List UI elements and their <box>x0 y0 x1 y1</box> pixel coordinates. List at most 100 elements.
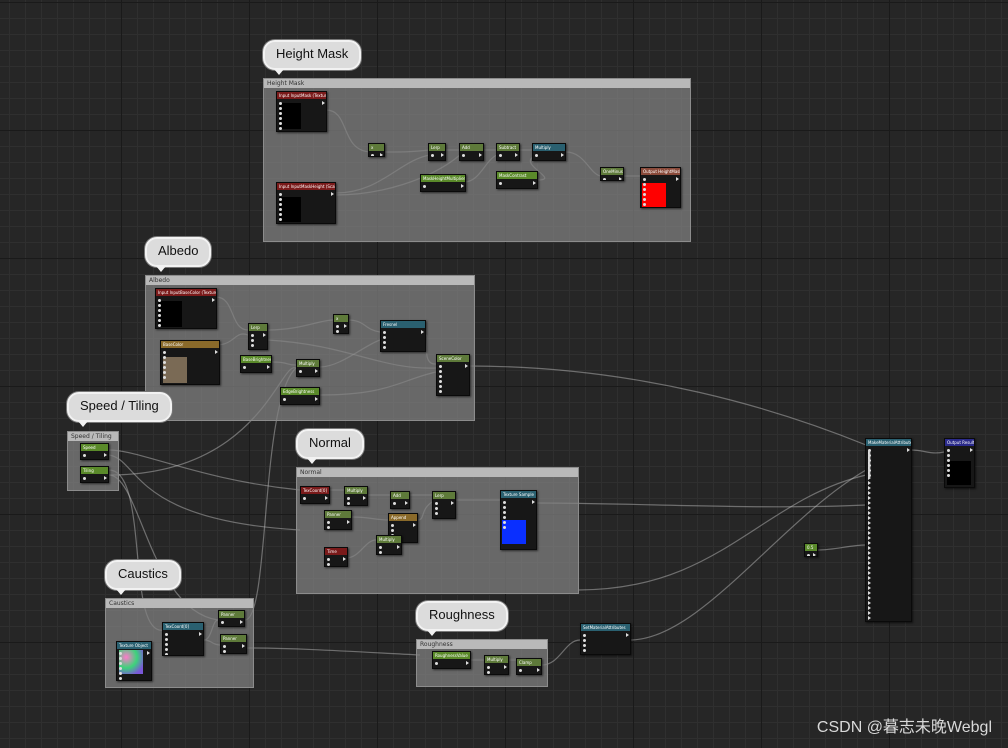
node-normal-multiply[interactable]: Multiply <box>344 486 368 506</box>
input-pin[interactable] <box>868 521 871 525</box>
input-pin[interactable] <box>251 344 254 347</box>
output-pin[interactable] <box>466 661 469 665</box>
input-pin[interactable] <box>868 496 871 500</box>
input-pin[interactable] <box>279 198 282 201</box>
node-caustics-sample-a[interactable]: Panner <box>218 610 245 627</box>
input-pin[interactable] <box>499 182 502 185</box>
node-mask-height-scalar[interactable]: MaskHeightMultiplier <box>420 174 466 192</box>
input-pin[interactable] <box>163 376 166 379</box>
node-roughness-param[interactable]: RoughnessValue <box>432 651 471 669</box>
input-pin[interactable] <box>487 666 490 669</box>
input-pin[interactable] <box>391 529 394 532</box>
input-pin[interactable] <box>327 521 330 524</box>
output-pin[interactable] <box>461 184 464 188</box>
node-roughness-out[interactable]: SetMaterialAttributes <box>580 623 631 655</box>
input-pin[interactable] <box>868 571 871 575</box>
input-pin[interactable] <box>163 361 166 364</box>
output-pin[interactable] <box>363 496 366 500</box>
node-albedo-fresnel[interactable]: Fresnel <box>380 320 426 352</box>
node-albedo-basecolor-param[interactable]: BaseColor <box>160 340 220 385</box>
input-pin[interactable] <box>279 193 282 196</box>
node-albedo-input-color[interactable]: Input InputBaseColor (Texture) <box>155 288 217 329</box>
input-pin[interactable] <box>868 506 871 510</box>
input-pin[interactable] <box>947 474 950 477</box>
output-pin[interactable] <box>504 665 507 669</box>
input-pin[interactable] <box>519 669 522 672</box>
node-normal-tex-coord[interactable]: TexCoord[0] <box>300 486 330 504</box>
output-pin[interactable] <box>331 192 334 196</box>
input-pin[interactable] <box>379 546 382 549</box>
input-pin[interactable] <box>947 454 950 457</box>
input-pin[interactable] <box>807 554 810 556</box>
input-pin[interactable] <box>868 476 871 480</box>
input-pin[interactable] <box>119 667 122 670</box>
input-pin[interactable] <box>371 154 374 156</box>
input-pin[interactable] <box>279 127 282 130</box>
input-pin[interactable] <box>868 461 871 465</box>
input-pin[interactable] <box>868 516 871 520</box>
input-pin[interactable] <box>503 516 506 519</box>
output-pin[interactable] <box>147 651 150 655</box>
input-pin[interactable] <box>868 561 871 565</box>
input-pin[interactable] <box>868 481 871 485</box>
input-pin[interactable] <box>165 648 168 651</box>
node-output-height-mask[interactable]: Output HeightMask <box>640 167 681 208</box>
output-pin[interactable] <box>104 453 107 457</box>
node-input-mask-texture[interactable]: Input InputMask (Texture) <box>276 91 327 132</box>
input-pin[interactable] <box>383 336 386 339</box>
input-pin[interactable] <box>603 178 606 180</box>
input-pin[interactable] <box>499 154 502 157</box>
input-pin[interactable] <box>868 551 871 555</box>
node-normal-add[interactable]: Add <box>390 491 410 509</box>
output-pin[interactable] <box>104 476 107 480</box>
input-pin[interactable] <box>868 611 871 615</box>
input-pin[interactable] <box>868 601 871 605</box>
input-pin[interactable] <box>383 341 386 344</box>
input-pin[interactable] <box>503 506 506 509</box>
input-pin[interactable] <box>299 370 302 373</box>
input-pin[interactable] <box>336 330 339 333</box>
input-pin[interactable] <box>279 208 282 211</box>
input-pin[interactable] <box>383 346 386 349</box>
output-pin[interactable] <box>397 545 400 549</box>
input-pin[interactable] <box>251 339 254 342</box>
node-tiling-param[interactable]: Tiling <box>80 466 109 483</box>
node-albedo-scene-depth[interactable]: SceneColor <box>436 354 470 396</box>
input-pin[interactable] <box>391 524 394 527</box>
input-pin[interactable] <box>158 324 161 327</box>
input-pin[interactable] <box>868 451 871 455</box>
input-pin[interactable] <box>165 633 168 636</box>
output-pin[interactable] <box>263 333 266 337</box>
input-pin[interactable] <box>868 501 871 505</box>
input-pin[interactable] <box>119 657 122 660</box>
output-pin[interactable] <box>315 397 318 401</box>
input-pin[interactable] <box>583 649 586 652</box>
node-normal-panner[interactable]: Panner <box>324 510 352 530</box>
input-pin[interactable] <box>383 331 386 334</box>
input-pin[interactable] <box>503 501 506 504</box>
input-pin[interactable] <box>583 644 586 647</box>
output-pin[interactable] <box>325 496 328 500</box>
output-pin[interactable] <box>907 448 910 452</box>
input-pin[interactable] <box>243 366 246 369</box>
output-pin[interactable] <box>215 350 218 354</box>
input-pin[interactable] <box>439 375 442 378</box>
input-pin[interactable] <box>327 563 330 566</box>
node-result-main[interactable]: MakeMaterialAttributes <box>865 438 912 622</box>
input-pin[interactable] <box>336 325 339 328</box>
output-pin[interactable] <box>451 501 454 505</box>
input-pin[interactable] <box>868 576 871 580</box>
node-caustics-texture[interactable]: Texture Object <box>116 641 152 681</box>
input-pin[interactable] <box>868 541 871 545</box>
output-pin[interactable] <box>242 644 245 648</box>
input-pin[interactable] <box>868 566 871 570</box>
input-pin[interactable] <box>163 356 166 359</box>
node-albedo-scalar-a[interactable]: BaseBrightness <box>240 355 272 373</box>
comment-bubble-height-mask[interactable]: Height Mask <box>263 40 362 75</box>
input-pin[interactable] <box>347 502 350 505</box>
input-pin[interactable] <box>868 511 871 515</box>
node-roughness-clamp[interactable]: Clamp <box>516 658 542 675</box>
output-pin[interactable] <box>413 523 416 527</box>
comment-bubble-roughness[interactable]: Roughness <box>416 601 508 636</box>
node-mask-lerp[interactable]: Lerp <box>428 143 446 161</box>
